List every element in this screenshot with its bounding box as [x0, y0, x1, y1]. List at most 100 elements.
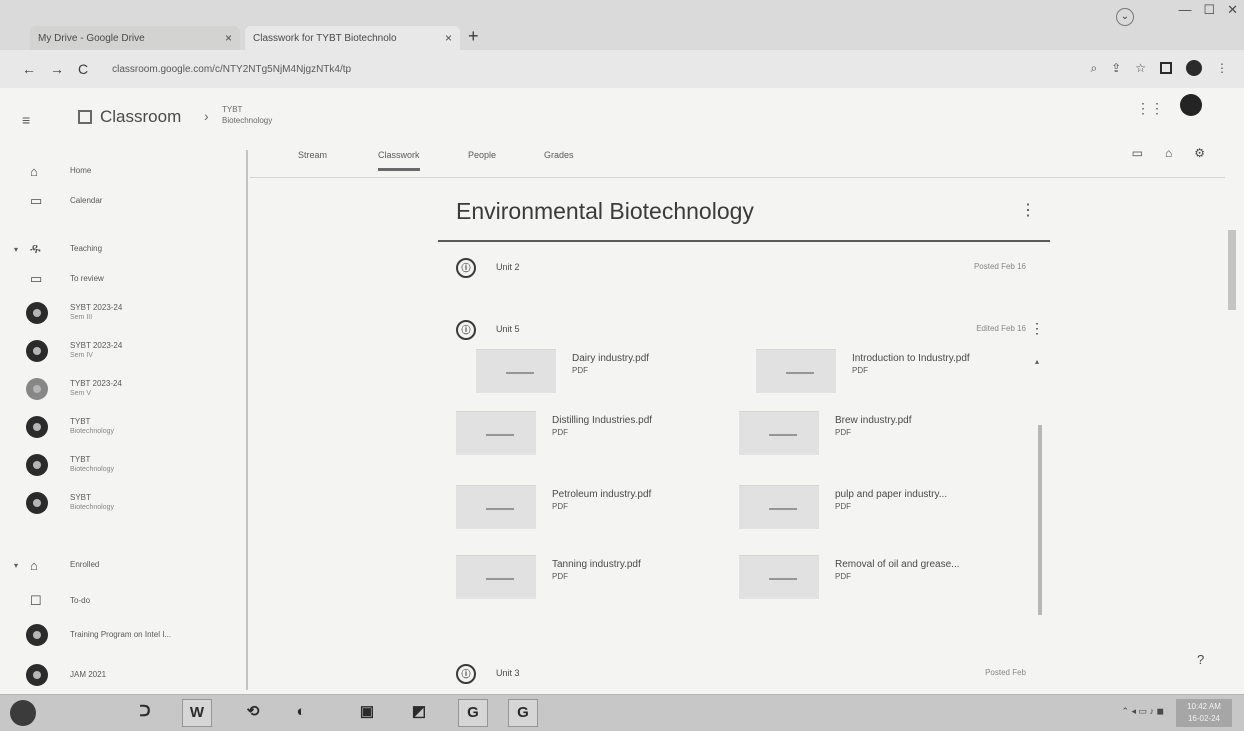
attachment-type: PDF: [552, 428, 568, 437]
word-icon[interactable]: W: [182, 699, 212, 727]
course-section: Biotechnology: [222, 116, 273, 125]
reload-button[interactable]: C: [78, 61, 88, 77]
settings-icon[interactable]: ⚙: [1194, 146, 1205, 160]
sidebar-item-label: To-do: [70, 596, 91, 605]
window-controls: — ☐ ✕: [1178, 2, 1238, 18]
browser-tab-drive[interactable]: My Drive - Google Drive ×: [30, 26, 240, 50]
material-row[interactable]: ⓘ Unit 5 Edited Feb 16 ⋮: [456, 318, 1044, 348]
class-avatar-icon: [26, 624, 48, 646]
sidebar-item-label: Home: [70, 166, 92, 175]
pdf-thumbnail: [456, 411, 536, 455]
breadcrumb-course[interactable]: TYBT Biotechnology: [222, 104, 272, 126]
attachment-card[interactable]: Distilling Industries.pdf PDF: [456, 407, 716, 457]
sidebar-item-label: Enrolled: [70, 560, 100, 569]
attachment-name: Dairy industry.pdf: [572, 353, 650, 364]
sidebar-item-to-review[interactable]: ▭ To review: [0, 264, 248, 294]
attachment-name: Removal of oil and grease...: [835, 559, 960, 570]
forward-button[interactable]: →: [50, 61, 64, 77]
tab-stream[interactable]: Stream: [298, 150, 327, 160]
close-window-button[interactable]: ✕: [1227, 2, 1238, 18]
scroll-up-icon[interactable]: ▴: [1035, 357, 1039, 366]
sidebar-item-class[interactable]: SYBT 2023-24 Sem IV: [0, 336, 248, 366]
minimize-button[interactable]: —: [1178, 2, 1191, 18]
firefox-icon[interactable]: ᑐ: [130, 699, 160, 727]
attachment-card[interactable]: pulp and paper industry... PDF: [739, 481, 999, 531]
attachment-card[interactable]: Dairy industry.pdf PDF: [476, 345, 736, 395]
graduation-cap-icon: ⌂: [30, 557, 38, 573]
expand-arrow-icon[interactable]: ▾: [14, 561, 18, 570]
attachment-card[interactable]: Introduction to Industry.pdf PDF: [756, 345, 1016, 395]
pdf-thumbnail: [456, 485, 536, 529]
close-icon[interactable]: ×: [445, 31, 452, 45]
drive-folder-icon[interactable]: ⌂: [1165, 146, 1172, 160]
pdf-thumbnail: [476, 349, 556, 393]
hamburger-menu-icon[interactable]: ≡: [22, 112, 30, 128]
attachment-card[interactable]: Tanning industry.pdf PDF: [456, 551, 716, 601]
google-chrome-window[interactable]: G: [458, 699, 488, 727]
sidebar-item-class[interactable]: SYBT 2023-24 Sem III: [0, 298, 248, 328]
star-icon[interactable]: ☆: [1135, 61, 1146, 75]
attachment-card[interactable]: Removal of oil and grease... PDF: [739, 551, 999, 601]
search-icon[interactable]: ⌕: [1090, 61, 1097, 76]
explorer-icon[interactable]: ⟲: [238, 699, 268, 727]
attachment-type: PDF: [552, 572, 568, 581]
attachment-type: PDF: [852, 366, 868, 375]
sidebar-item-home[interactable]: ⌂ Home: [0, 156, 248, 186]
browser-tab-classroom[interactable]: Classwork for TYBT Biotechnolo ×: [245, 26, 460, 50]
topic-more-icon[interactable]: ⋮: [1020, 200, 1036, 220]
maximize-button[interactable]: ☐: [1203, 2, 1215, 18]
google-chrome-window[interactable]: G: [508, 699, 538, 727]
attachments-scrollbar[interactable]: [1038, 425, 1042, 615]
tab-people[interactable]: People: [468, 150, 496, 160]
sidebar-item-todo[interactable]: ☐ To-do: [0, 586, 248, 616]
page-scrollbar[interactable]: [1228, 230, 1236, 310]
share-icon[interactable]: ⇪: [1111, 61, 1121, 75]
url-input[interactable]: classroom.google.com/c/NTY2NTg5NjM4NjgzN…: [112, 64, 351, 75]
photos-icon[interactable]: ▣: [352, 699, 382, 727]
sidebar-item-class[interactable]: TYBT 2023-24 Sem V: [0, 374, 248, 404]
back-button[interactable]: ←: [22, 61, 36, 77]
material-row[interactable]: ⓘ Unit 3 Posted Feb: [456, 662, 1036, 692]
chevron-down-icon[interactable]: ⌄: [1116, 8, 1134, 26]
material-title: Unit 5: [496, 324, 520, 334]
kebab-menu-icon[interactable]: ⋮: [1030, 320, 1044, 337]
sidebar-item-enrolled[interactable]: ▾ ⌂ Enrolled: [0, 550, 248, 580]
sidebar-item-calendar[interactable]: ▭ Calendar: [0, 186, 248, 216]
tab-grades[interactable]: Grades: [544, 150, 574, 160]
sidebar-item-class[interactable]: Training Program on Intel I...: [0, 620, 248, 650]
class-avatar-icon: [26, 454, 48, 476]
sidebar-item-label: Teaching: [70, 244, 103, 253]
expand-arrow-icon[interactable]: ▾: [14, 245, 18, 254]
tab-classwork[interactable]: Classwork: [378, 150, 420, 171]
sidebar-item-class[interactable]: JAM 2021: [0, 660, 248, 690]
sidebar-item-class[interactable]: TYBT Biotechnology: [0, 412, 248, 442]
help-icon[interactable]: ?: [1197, 652, 1204, 667]
app-title[interactable]: Classroom: [100, 107, 181, 127]
sidebar-item-class[interactable]: SYBT Biotechnology: [0, 488, 248, 518]
sidebar-item-class[interactable]: TYBT Biotechnology: [0, 450, 248, 480]
new-tab-button[interactable]: +: [468, 26, 479, 47]
material-row[interactable]: ⓘ Unit 2 Posted Feb 16: [456, 256, 1036, 286]
class-avatar-icon: [26, 416, 48, 438]
acrobat-icon[interactable]: ◩: [404, 699, 434, 727]
kebab-menu-icon[interactable]: ⋮: [1216, 61, 1228, 75]
attachment-name: Petroleum industry.pdf: [552, 489, 652, 500]
start-button[interactable]: [10, 700, 36, 726]
attachment-card[interactable]: Brew industry.pdf PDF: [739, 407, 999, 457]
sidebar-item-teaching[interactable]: ▾ ዱ Teaching: [0, 234, 248, 264]
extension-icon[interactable]: [1160, 62, 1172, 74]
avatar[interactable]: [1180, 94, 1202, 116]
attachment-type: PDF: [835, 428, 851, 437]
sidebar-item-label: JAM 2021: [70, 670, 107, 679]
calendar-icon[interactable]: ▭: [1132, 146, 1143, 160]
attachment-name: Tanning industry.pdf: [552, 559, 641, 570]
close-icon[interactable]: ×: [225, 31, 232, 45]
chrome-icon[interactable]: ◐: [286, 699, 316, 727]
profile-icon[interactable]: [1186, 60, 1202, 76]
apps-grid-icon[interactable]: ⋮⋮: [1136, 100, 1164, 117]
attachment-card[interactable]: Petroleum industry.pdf PDF: [456, 481, 716, 531]
taskbar: ᑐ W ⟲ ◐ ▣ ◩ G G ⌃ ◂ ▭ ♪ ◼ 10:42 AM 16-02…: [0, 694, 1244, 731]
clock[interactable]: 10:42 AM 16-02-24: [1176, 699, 1232, 727]
material-date: Edited Feb 16: [976, 324, 1026, 333]
system-tray-icons[interactable]: ⌃ ◂ ▭ ♪ ◼: [1121, 706, 1164, 717]
